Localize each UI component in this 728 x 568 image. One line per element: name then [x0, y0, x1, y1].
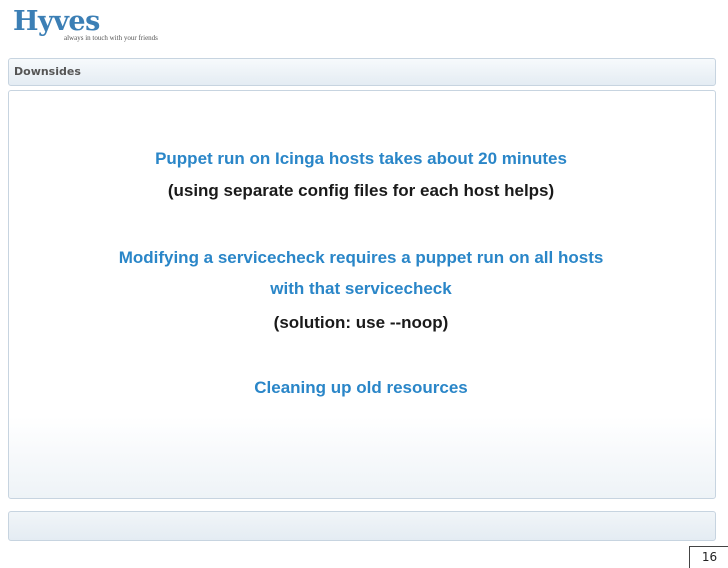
- bottom-bar: [8, 511, 716, 541]
- section-bar: Downsides: [8, 58, 716, 86]
- section-title: Downsides: [14, 65, 81, 78]
- slide-line-cleaning-up: Cleaning up old resources: [254, 378, 468, 397]
- page-number-box: 16: [689, 546, 728, 568]
- logo-tagline: always in touch with your friends: [64, 34, 158, 42]
- slide-line-separate-config: (using separate config files for each ho…: [167, 181, 555, 200]
- page-number: 16: [701, 550, 718, 564]
- header: Hyves always in touch with your friends: [0, 0, 728, 52]
- slide-line-puppet-run: Puppet run on Icinga hosts takes about 2…: [155, 149, 567, 168]
- slide-line-modifying-servicecheck: Modifying a servicecheck requires a pupp…: [118, 248, 604, 267]
- hyves-logo: Hyves: [13, 6, 100, 37]
- slide-line-solution-noop: (solution: use --noop): [273, 313, 449, 332]
- slide-line-with-servicecheck: with that servicecheck: [270, 279, 452, 298]
